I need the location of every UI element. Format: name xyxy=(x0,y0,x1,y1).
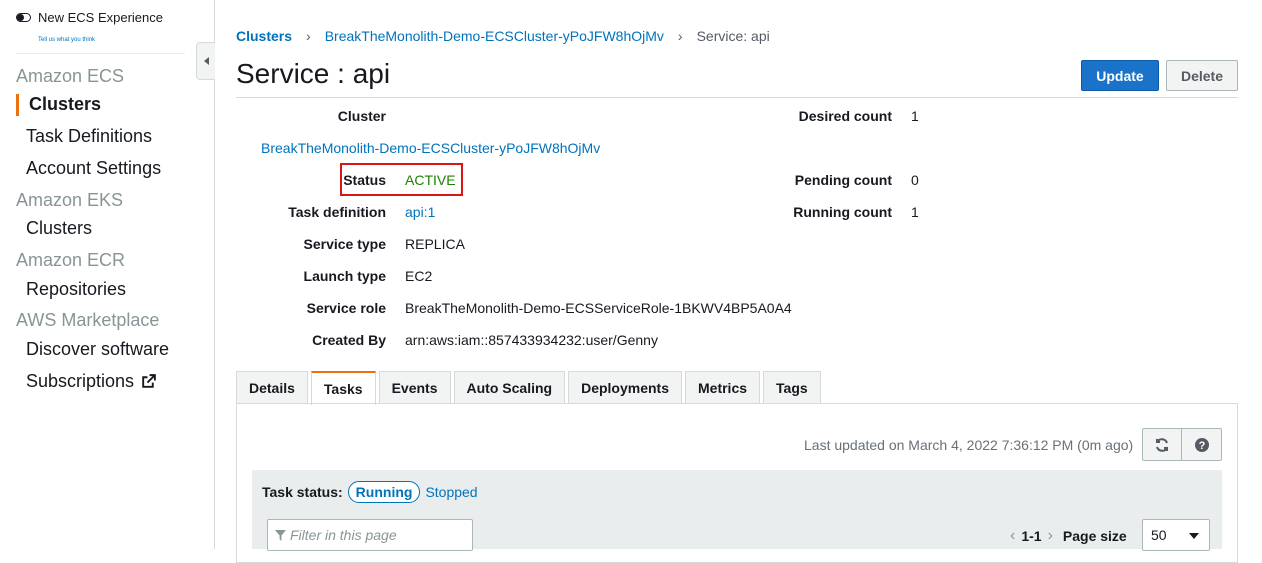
breadcrumb-cluster[interactable]: BreakTheMonolith-Demo-ECSCluster-yPoJFW8… xyxy=(325,28,664,44)
prev-page-icon[interactable]: ‹ xyxy=(1010,527,1015,545)
tab-details[interactable]: Details xyxy=(236,371,308,404)
task-filter-bar: Task status: Running Stopped Filter in t… xyxy=(252,470,1222,551)
sidebar-heading-eks: Amazon EKS xyxy=(16,190,124,210)
refresh-icon xyxy=(1156,437,1168,452)
sidebar-item-eks-clusters[interactable]: Clusters xyxy=(26,218,92,239)
active-indicator xyxy=(16,94,19,116)
service-tabs: Details Tasks Events Auto Scaling Deploy… xyxy=(236,371,821,405)
service-role-value: BreakTheMonolith-Demo-ECSServiceRole-1BK… xyxy=(405,300,792,316)
pending-count-value: 0 xyxy=(911,172,919,188)
cluster-label: Cluster xyxy=(337,108,386,124)
sidebar-item-subscriptions[interactable]: Subscriptions xyxy=(26,371,157,392)
breadcrumb-separator-icon: › xyxy=(677,28,683,44)
page-size-value: 50 xyxy=(1151,527,1167,543)
tab-auto-scaling[interactable]: Auto Scaling xyxy=(453,371,566,404)
panel-actions: ? xyxy=(1142,428,1222,461)
update-button[interactable]: Update xyxy=(1081,60,1159,91)
sidebar-item-repositories[interactable]: Repositories xyxy=(26,279,126,300)
running-filter-button[interactable]: Running xyxy=(347,481,421,503)
chevron-left-icon xyxy=(203,57,209,65)
new-experience-toggle[interactable]: New ECS Experience xyxy=(16,10,163,25)
filter-input[interactable]: Filter in this page xyxy=(267,519,473,551)
status-label: Status xyxy=(343,172,386,188)
tab-events[interactable]: Events xyxy=(378,371,451,404)
next-page-icon[interactable]: › xyxy=(1048,527,1053,545)
external-link-icon xyxy=(142,374,156,388)
main-content: Clusters › BreakTheMonolith-Demo-ECSClus… xyxy=(236,0,1238,563)
running-count-value: 1 xyxy=(911,204,919,220)
service-type-label: Service type xyxy=(303,236,387,252)
page-range: 1-1 xyxy=(1021,528,1042,544)
sidebar-item-label: Subscriptions xyxy=(26,371,135,391)
sidebar-collapse-button[interactable] xyxy=(196,42,215,80)
sidebar-heading-marketplace: AWS Marketplace xyxy=(16,310,160,330)
task-status-label: Task status: xyxy=(262,484,343,500)
pending-count-label: Pending count xyxy=(794,172,892,188)
page-size-label: Page size xyxy=(1062,528,1127,544)
service-type-value: REPLICA xyxy=(405,236,465,252)
launch-type-value: EC2 xyxy=(405,268,433,284)
help-button[interactable]: ? xyxy=(1182,428,1222,461)
task-definition-link[interactable]: api:1 xyxy=(405,204,435,220)
breadcrumb-current: Service: api xyxy=(696,28,770,44)
cluster-link[interactable]: BreakTheMonolith-Demo-ECSCluster-yPoJFW8… xyxy=(261,140,600,156)
page-size-select[interactable]: 50 xyxy=(1142,519,1210,551)
refresh-button[interactable] xyxy=(1142,428,1182,461)
created-by-value: arn:aws:iam::857433934232:user/Genny xyxy=(405,332,658,348)
status-value: ACTIVE xyxy=(405,172,456,188)
sidebar-item-clusters[interactable]: Clusters xyxy=(29,94,101,115)
task-definition-label: Task definition xyxy=(288,204,386,220)
created-by-label: Created By xyxy=(312,332,386,348)
breadcrumb: Clusters › BreakTheMonolith-Demo-ECSClus… xyxy=(236,28,770,44)
task-status-filter: Task status: Running Stopped xyxy=(262,481,478,503)
sidebar-item-task-definitions[interactable]: Task Definitions xyxy=(26,126,152,147)
breadcrumb-separator-icon: › xyxy=(306,28,311,44)
service-role-label: Service role xyxy=(306,300,386,316)
tab-deployments[interactable]: Deployments xyxy=(568,371,682,404)
launch-type-label: Launch type xyxy=(303,268,386,284)
sidebar-item-account-settings[interactable]: Account Settings xyxy=(26,158,161,179)
sidebar: New ECS Experience Tell us what you thin… xyxy=(0,0,215,549)
last-updated-text: Last updated on March 4, 2022 7:36:12 PM… xyxy=(804,437,1134,453)
toggle-switch-icon[interactable] xyxy=(16,13,31,22)
filter-icon xyxy=(275,529,286,541)
page-title: Service : api xyxy=(236,58,391,89)
filter-placeholder: Filter in this page xyxy=(290,527,397,543)
help-icon: ? xyxy=(1194,437,1209,452)
stopped-filter-link[interactable]: Stopped xyxy=(425,484,477,500)
svg-text:?: ? xyxy=(1198,440,1205,452)
feedback-link[interactable]: Tell us what you think xyxy=(38,37,95,43)
caret-down-icon xyxy=(1189,533,1199,539)
sidebar-heading-ecr: Amazon ECR xyxy=(16,250,126,270)
tab-tasks[interactable]: Tasks xyxy=(310,371,376,405)
tab-tags[interactable]: Tags xyxy=(763,371,821,404)
pagination: ‹ 1-1 › Page size xyxy=(1010,527,1127,545)
delete-button[interactable]: Delete xyxy=(1166,60,1238,91)
title-divider xyxy=(236,97,1238,98)
toggle-label: New ECS Experience xyxy=(38,10,163,25)
sidebar-heading-ecs: Amazon ECS xyxy=(16,66,125,86)
sidebar-divider xyxy=(16,53,185,54)
desired-count-label: Desired count xyxy=(798,108,892,124)
sidebar-item-discover-software[interactable]: Discover software xyxy=(26,339,169,360)
tab-metrics[interactable]: Metrics xyxy=(685,371,761,404)
desired-count-value: 1 xyxy=(911,108,919,124)
running-count-label: Running count xyxy=(793,204,892,220)
breadcrumb-clusters[interactable]: Clusters xyxy=(236,28,292,44)
